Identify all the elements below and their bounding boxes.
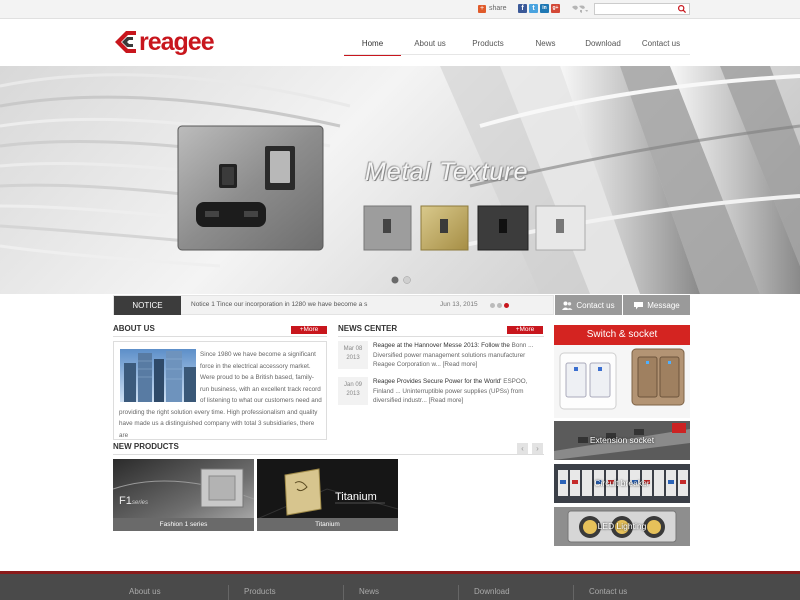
share-button[interactable]: + share (478, 3, 507, 14)
footer-link-news[interactable]: News (359, 587, 379, 596)
banner-title: Metal Texture (365, 158, 529, 186)
main-nav: Home About us Products News Download Con… (344, 36, 690, 56)
footer-link-contact[interactable]: Contact us (589, 587, 627, 596)
category-label: Extension socket (589, 435, 655, 445)
logo-mark-icon (115, 31, 136, 53)
products-next-button[interactable]: › (532, 443, 543, 454)
news-more-button[interactable]: +More (507, 326, 543, 334)
news-date-md: Mar 08 (343, 346, 363, 352)
nav-about[interactable]: About us (401, 36, 459, 56)
message-button[interactable]: Message (623, 295, 690, 315)
notice-dot[interactable] (490, 303, 495, 308)
products-divider (113, 454, 544, 455)
news-title[interactable]: Reagee at the Hannover Messe 2013: Follo… (373, 342, 510, 349)
share-icon: + (478, 4, 486, 13)
category-label: LED Lighting (597, 521, 647, 531)
facebook-icon[interactable]: f (518, 4, 527, 13)
notice-label: NOTICE (114, 296, 181, 315)
product-card-fashion-1[interactable]: F1 series Fashion 1 series (113, 459, 254, 531)
news-section-title: NEWS CENTER (338, 324, 398, 333)
nav-download[interactable]: Download (574, 36, 632, 56)
products-section-title: NEW PRODUCTS (113, 442, 179, 451)
category-switch-socket[interactable]: Switch & socket (554, 325, 690, 418)
about-divider (113, 336, 327, 337)
contact-us-label: Contact us (576, 300, 615, 310)
products-prev-button[interactable]: ‹ (517, 443, 528, 454)
news-date-year: 2013 (346, 391, 360, 397)
footer-separator (458, 585, 459, 600)
footer (0, 571, 800, 600)
notice-dot[interactable] (497, 303, 502, 308)
contact-us-button[interactable]: Contact us (555, 295, 622, 315)
news-date: Jan 09 2013 (338, 377, 368, 405)
category-led-lighting[interactable]: LED Lighting (554, 507, 690, 546)
nav-divider (344, 54, 690, 55)
product-overlay-titanium: Titanium (335, 491, 377, 503)
news-read-more[interactable]: [Read more] (443, 361, 478, 368)
footer-separator (573, 585, 574, 600)
nav-news[interactable]: News (517, 36, 574, 56)
product-overlay-series: series (132, 500, 148, 506)
hero-banner[interactable]: Metal Texture (0, 66, 800, 294)
switch-socket-image (554, 345, 690, 418)
about-section-title: ABOUT US (113, 324, 155, 333)
chat-bubble-icon (634, 301, 644, 309)
slide-dot-2 (403, 276, 411, 284)
search-box (594, 3, 690, 15)
category-extension-socket[interactable]: Extension socket (554, 421, 690, 460)
news-text: Reagee Provides Secure Power for the Wor… (373, 377, 544, 406)
news-item[interactable]: Jan 09 2013 Reagee Provides Secure Power… (338, 377, 544, 415)
category-circuit-breaker[interactable]: Circuit breaker (554, 464, 690, 503)
news-date-md: Jan 09 (343, 382, 362, 388)
nav-home[interactable]: Home (344, 36, 401, 56)
product-caption: Titanium (257, 518, 398, 531)
notice-text[interactable]: Notice 1 Tince our incorporation in 1280… (191, 301, 391, 308)
footer-separator (343, 585, 344, 600)
news-item[interactable]: Mar 08 2013 Reagee at the Hannover Messe… (338, 341, 544, 379)
news-text: Reagee at the Hannover Messe 2013: Follo… (373, 341, 544, 370)
search-input[interactable] (595, 4, 677, 14)
footer-separator (228, 585, 229, 600)
people-icon (562, 301, 573, 310)
google-plus-icon[interactable]: g+ (551, 4, 560, 13)
notice-date: Jun 13, 2015 (440, 301, 478, 308)
about-more-button[interactable]: +More (291, 326, 327, 334)
news-read-more[interactable]: [Read more] (429, 397, 464, 404)
share-label: share (489, 5, 507, 12)
about-box: Since 1980 we have become a significant … (113, 341, 327, 440)
news-divider (338, 336, 544, 337)
product-caption: Fashion 1 series (113, 518, 254, 531)
logo-text: reagee (139, 27, 215, 56)
footer-link-products[interactable]: Products (244, 587, 276, 596)
news-title[interactable]: Reagee Provides Secure Power for the Wor… (373, 378, 502, 385)
logo[interactable]: reagee (112, 27, 215, 57)
category-label: Circuit breaker (594, 478, 650, 488)
search-icon[interactable] (677, 4, 687, 14)
product-card-titanium[interactable]: Titanium Titanium (257, 459, 398, 531)
notice-pager[interactable] (490, 303, 509, 308)
about-building-image (120, 349, 196, 402)
news-date: Mar 08 2013 (338, 341, 368, 369)
slide-dot-1 (391, 276, 399, 284)
category-title: Switch & socket (554, 325, 690, 345)
linkedin-icon[interactable]: in (540, 4, 549, 13)
nav-products[interactable]: Products (459, 36, 517, 56)
nav-contact[interactable]: Contact us (632, 36, 690, 56)
notice-dot-active[interactable] (504, 303, 509, 308)
footer-link-download[interactable]: Download (474, 587, 510, 596)
message-label: Message (647, 300, 680, 310)
social-links: f t in g+ (518, 4, 560, 13)
world-map-icon[interactable] (571, 4, 589, 14)
notice-bar: NOTICE Notice 1 Tince our incorporation … (113, 295, 554, 315)
product-overlay-f1: F1 (119, 495, 132, 507)
footer-link-about[interactable]: About us (129, 587, 161, 596)
news-date-year: 2013 (346, 355, 360, 361)
twitter-icon[interactable]: t (529, 4, 538, 13)
